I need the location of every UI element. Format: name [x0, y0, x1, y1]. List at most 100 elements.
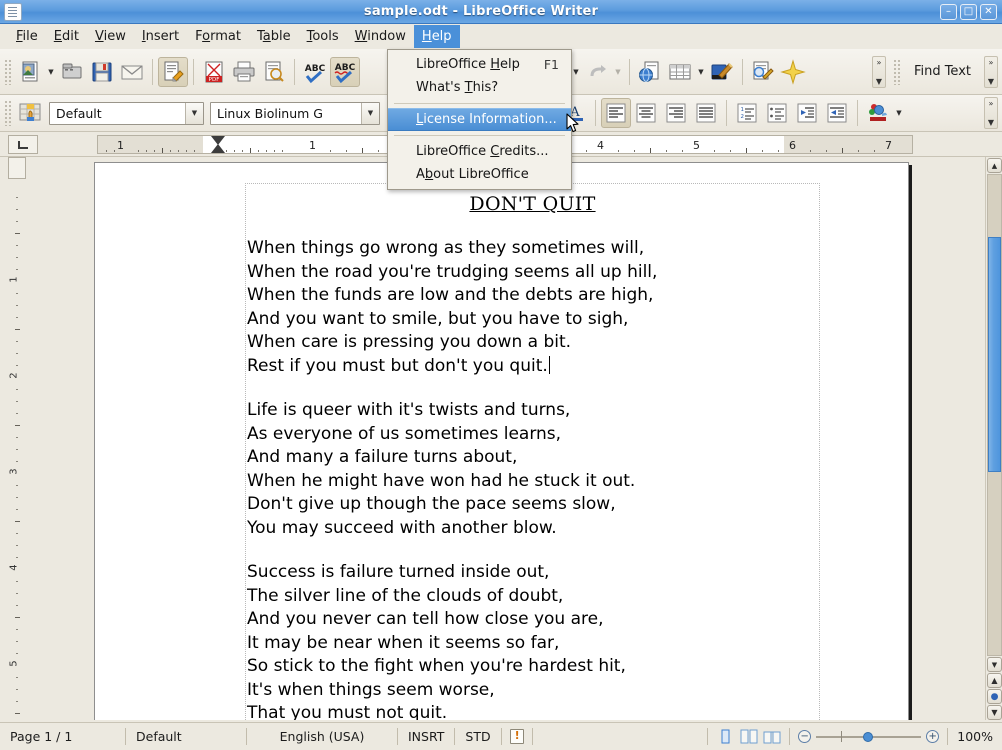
find-text-label[interactable]: Find Text — [904, 64, 981, 79]
poem-line: When care is pressing you down a bit. — [247, 332, 571, 352]
book-view-button[interactable] — [763, 729, 780, 744]
gallery-button[interactable] — [778, 57, 808, 87]
font-name-dropdown-arrow[interactable]: ▼ — [361, 103, 379, 124]
insert-draw-functions-button[interactable] — [707, 57, 737, 87]
align-left-button[interactable] — [601, 98, 631, 128]
increase-indent-button[interactable] — [822, 98, 852, 128]
insert-hyperlink-button[interactable] — [635, 57, 665, 87]
formatting-toolbar-grip[interactable] — [4, 100, 12, 126]
toolbar-grip[interactable] — [4, 59, 12, 85]
find-and-replace-button[interactable] — [748, 57, 778, 87]
paragraph-style-dropdown-arrow[interactable]: ▼ — [185, 103, 203, 124]
export-pdf-button[interactable]: PDF — [199, 57, 229, 87]
new-document-button[interactable] — [15, 57, 45, 87]
find-toolbar-overflow-button[interactable]: » ▼ — [984, 56, 998, 88]
print-button[interactable] — [229, 57, 259, 87]
highlight-color-dropdown-arrow[interactable] — [893, 99, 905, 127]
menu-item-libreoffice-help[interactable]: LibreOffice Help F1 — [388, 53, 571, 76]
unordered-list-button[interactable] — [762, 98, 792, 128]
navigation-button[interactable]: ● — [987, 689, 1002, 704]
email-document-button[interactable] — [117, 57, 147, 87]
menu-table[interactable]: Table — [249, 25, 299, 48]
maximize-button[interactable]: □ — [960, 4, 977, 20]
zoom-slider[interactable] — [816, 730, 921, 743]
insert-table-dropdown-arrow[interactable] — [695, 58, 707, 86]
left-indent-marker[interactable] — [211, 144, 225, 153]
poem-stanza-3: Success is failure turned inside out, Th… — [247, 561, 819, 720]
redo-dropdown-arrow[interactable] — [612, 58, 624, 86]
paragraph-style-icon[interactable] — [15, 98, 45, 128]
single-page-view-button[interactable] — [717, 729, 734, 744]
decrease-indent-button[interactable] — [792, 98, 822, 128]
menu-item-whats-this[interactable]: What's This? — [388, 76, 571, 99]
menu-edit[interactable]: Edit — [46, 25, 87, 48]
autospellcheck-button[interactable]: ABC — [330, 57, 360, 87]
title-bar: sample.odt - LibreOffice Writer – □ ✕ — [0, 0, 1002, 24]
page-count-status[interactable]: Page 1 / 1 — [0, 729, 125, 744]
scroll-up-button[interactable]: ▲ — [987, 158, 1002, 173]
vertical-scrollbar[interactable]: ▲ ▼ ▲ ● ▼ — [985, 157, 1002, 720]
zoom-out-button[interactable]: − — [798, 730, 811, 743]
libreoffice-writer-window: sample.odt - LibreOffice Writer – □ ✕ Fi… — [0, 0, 1002, 750]
document-work-area[interactable]: DON'T QUIT When things go wrong as they … — [26, 157, 985, 720]
menu-view[interactable]: View — [87, 25, 134, 48]
find-toolbar-grip[interactable] — [893, 59, 901, 85]
minimize-button[interactable]: – — [940, 4, 957, 20]
close-button[interactable]: ✕ — [980, 4, 997, 20]
align-center-button[interactable] — [631, 98, 661, 128]
zoom-slider-knob[interactable] — [863, 732, 873, 742]
insert-table-button[interactable] — [665, 57, 695, 87]
highlight-color-icon[interactable] — [863, 98, 893, 128]
poem-stanza-1: When things go wrong as they sometimes w… — [247, 237, 819, 378]
chevron-down-icon: ▼ — [992, 661, 997, 669]
tab-stop-selector-button[interactable] — [8, 135, 38, 154]
ruler-label: 4 — [9, 564, 20, 570]
help-menu-dropdown[interactable]: LibreOffice Help F1 What's This? License… — [387, 49, 572, 190]
toolbar-separator — [152, 59, 153, 85]
paragraph-style-combo[interactable]: Default ▼ — [49, 102, 204, 125]
menu-insert[interactable]: Insert — [134, 25, 187, 48]
document-page[interactable]: DON'T QUIT When things go wrong as they … — [94, 162, 909, 720]
next-page-button[interactable]: ▼ — [987, 705, 1002, 720]
toolbar-separator — [193, 59, 194, 85]
ordered-list-button[interactable]: 1 2 — [732, 98, 762, 128]
mouse-cursor — [566, 113, 580, 137]
formatting-toolbar-overflow-button[interactable]: » ▼ — [984, 97, 998, 129]
menu-window[interactable]: Window — [347, 25, 414, 48]
scrollbar-thumb[interactable] — [988, 237, 1001, 472]
insert-mode-status[interactable]: INSRT — [398, 729, 454, 744]
new-document-dropdown-arrow[interactable] — [45, 58, 57, 86]
justify-button[interactable] — [691, 98, 721, 128]
multi-page-view-button[interactable] — [740, 729, 757, 744]
ruler-label: 2 — [9, 372, 20, 378]
font-name-combo[interactable]: Linux Biolinum G ▼ — [210, 102, 380, 125]
zoom-in-button[interactable]: + — [926, 730, 939, 743]
redo-button[interactable] — [582, 57, 612, 87]
open-button[interactable] — [57, 57, 87, 87]
menu-format[interactable]: Format — [187, 25, 249, 48]
menu-item-libreoffice-credits[interactable]: LibreOffice Credits... — [388, 140, 571, 163]
previous-page-button[interactable]: ▲ — [987, 673, 1002, 688]
menu-help[interactable]: Help — [414, 25, 460, 48]
print-preview-button[interactable] — [259, 57, 289, 87]
zoom-control[interactable]: − + — [790, 730, 947, 743]
scrollbar-track[interactable] — [987, 174, 1002, 656]
scroll-down-button[interactable]: ▼ — [987, 657, 1002, 672]
align-right-button[interactable] — [661, 98, 691, 128]
unsaved-changes-icon[interactable] — [502, 729, 532, 744]
page-style-status[interactable]: Default — [126, 729, 246, 744]
vertical-ruler[interactable]: 1 2 3 4 5 — [8, 157, 26, 720]
menu-item-license-information[interactable]: License Information... — [388, 108, 571, 131]
menu-file[interactable]: File — [8, 25, 46, 48]
edit-mode-button[interactable] — [158, 57, 188, 87]
selection-mode-status[interactable]: STD — [455, 729, 500, 744]
zoom-slider-midpoint-tick — [841, 731, 842, 742]
zoom-level-status[interactable]: 100% — [948, 729, 1002, 744]
save-button[interactable] — [87, 57, 117, 87]
menu-item-about-libreoffice[interactable]: About LibreOffice — [388, 163, 571, 186]
language-status[interactable]: English (USA) — [247, 729, 397, 744]
menu-item-label: LibreOffice Help — [416, 57, 530, 72]
spelling-button[interactable]: ABC — [300, 57, 330, 87]
menu-tools[interactable]: Tools — [299, 25, 347, 48]
standard-toolbar-overflow-button[interactable]: » ▼ — [872, 56, 886, 88]
